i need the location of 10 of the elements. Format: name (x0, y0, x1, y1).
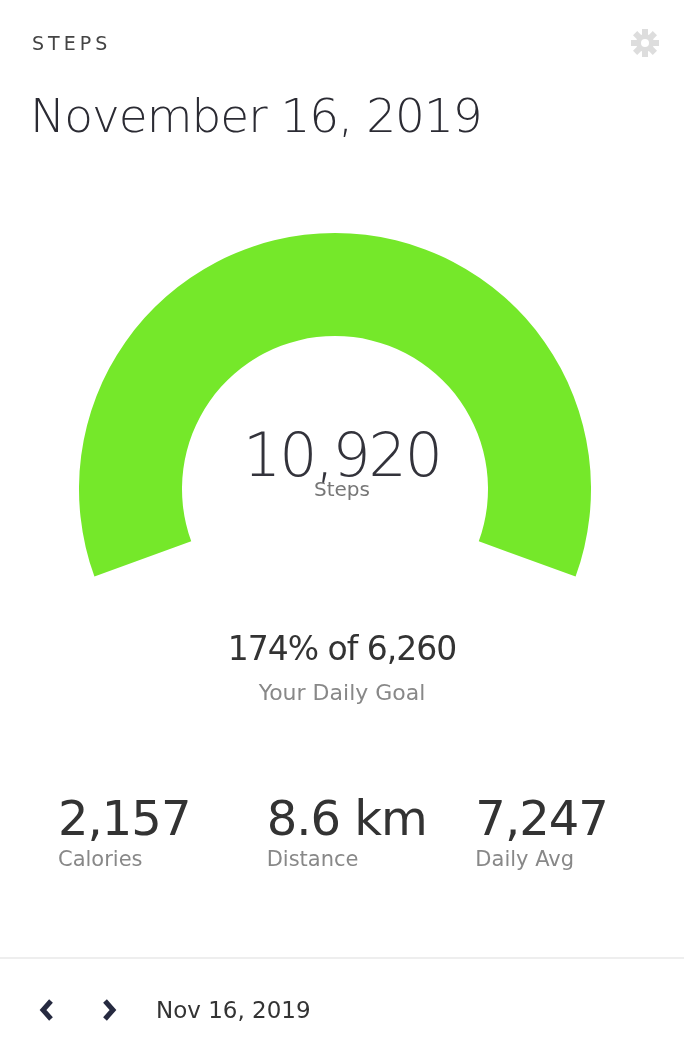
stat-label: Daily Avg (475, 847, 576, 871)
card-title: STEPS (32, 32, 112, 54)
stat-value: 2,157 (58, 791, 192, 845)
goal-caption: Your Daily Goal (258, 680, 426, 705)
stat-label: Distance (266, 847, 360, 871)
stat-value: 7,247 (475, 791, 609, 845)
stat-label: Calories (58, 847, 144, 871)
footer-date: Nov 16, 2019 (156, 997, 311, 1023)
stat-value: 8.6 km (266, 791, 428, 845)
date-heading: November 16, 2019 (29, 87, 483, 143)
